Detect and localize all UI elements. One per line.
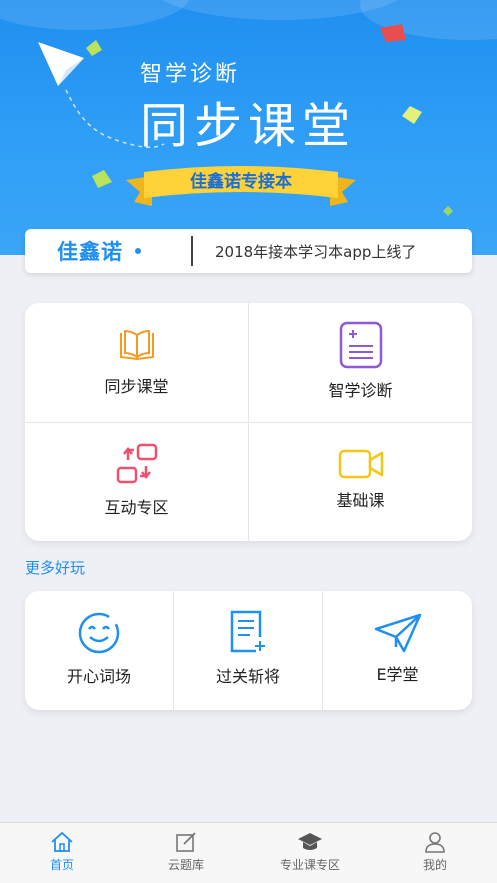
divider (25, 422, 472, 423)
leaf-decoration (402, 106, 422, 124)
banner-subtitle: 智学诊断 (140, 62, 241, 87)
tab-home[interactable]: 首页 (0, 831, 124, 873)
more-item-challenge[interactable]: 过关斩将 (174, 609, 322, 687)
more-item-label: 过关斩将 (215, 667, 280, 686)
red-kite-decoration (380, 24, 406, 42)
tab-label: 专业课专区 (279, 858, 340, 872)
smiley-face-icon (78, 612, 120, 654)
paper-plane-icon (374, 613, 421, 653)
more-item-label: E学堂 (376, 665, 419, 684)
more-card: 开心词场 过关斩将 E学堂 (25, 591, 472, 710)
home-icon (51, 831, 73, 852)
more-item-e-school[interactable]: E学堂 (323, 613, 472, 685)
tab-question-bank[interactable]: 云题库 (124, 831, 248, 873)
grid-item-label: 同步课堂 (104, 377, 169, 396)
grid-item-label: 基础课 (336, 491, 385, 510)
banner-title: 同步课堂 (140, 98, 357, 154)
tab-label: 云题库 (167, 858, 204, 872)
swap-squares-icon (116, 443, 157, 484)
leaf-decoration (86, 40, 102, 56)
tab-label: 我的 (422, 858, 447, 872)
tab-me[interactable]: 我的 (373, 831, 497, 873)
document-plus-icon (230, 610, 265, 653)
banner[interactable]: 智学诊断 同步课堂 佳鑫诺专接本 (0, 0, 497, 255)
section-title: 更多好玩 (25, 559, 86, 577)
leaf-decoration (443, 206, 453, 216)
more-item-label: 开心词场 (66, 667, 131, 686)
divider (191, 236, 193, 266)
user-icon (425, 832, 445, 853)
grid-item-sync-class[interactable]: 同步课堂 (25, 327, 248, 397)
ribbon-text: 佳鑫诺专接本 (190, 172, 292, 192)
grid-item-diagnosis[interactable]: 智学诊断 (249, 321, 472, 401)
grid-item-label: 智学诊断 (328, 381, 393, 400)
ribbon: 佳鑫诺专接本 (126, 166, 356, 208)
tab-bar: 首页 云题库 专业课专区 我的 (0, 822, 497, 883)
notice-bar[interactable]: 佳鑫诺 2018年接本学习本app上线了 (25, 229, 472, 273)
cloud-decoration (0, 0, 190, 30)
notice-text[interactable]: 2018年接本学习本app上线了 (215, 241, 416, 262)
tab-major-courses[interactable]: 专业课专区 (248, 831, 372, 873)
more-item-words[interactable]: 开心词场 (25, 611, 173, 687)
graduation-cap-icon (298, 833, 322, 850)
grid-item-basic-course[interactable]: 基础课 (249, 449, 472, 511)
notebook-plus-icon (339, 321, 382, 369)
open-book-icon (119, 329, 154, 361)
tab-label: 首页 (49, 858, 74, 872)
video-camera-icon (338, 449, 383, 479)
edit-icon (176, 832, 196, 852)
leaf-decoration (92, 170, 112, 188)
grid-item-interaction[interactable]: 互动专区 (25, 442, 248, 518)
main-grid-card: 同步课堂 智学诊断 互动专区 基础课 (25, 303, 472, 541)
brand-logo: 佳鑫诺 (57, 240, 123, 264)
grid-item-label: 互动专区 (104, 498, 169, 517)
dot-icon (135, 248, 141, 254)
